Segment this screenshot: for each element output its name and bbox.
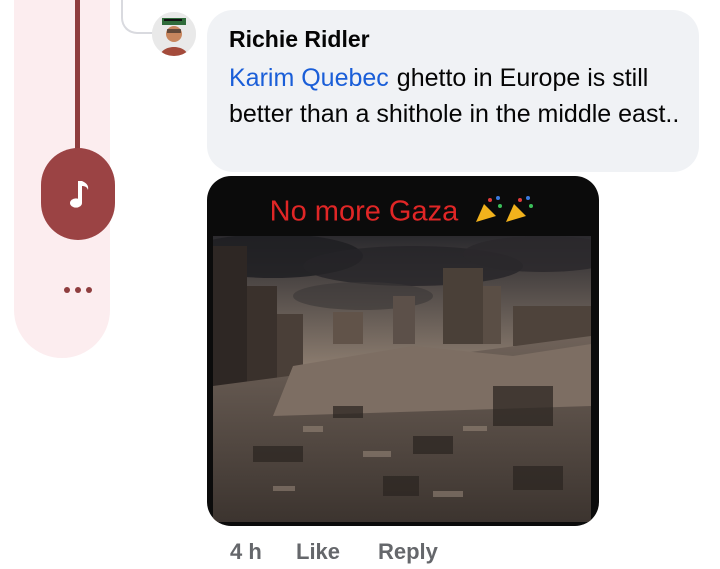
music-button[interactable] bbox=[41, 148, 115, 240]
comment-attachment[interactable]: No more Gaza bbox=[207, 176, 599, 526]
comment-timestamp[interactable]: 4 h bbox=[230, 539, 296, 565]
more-dots-icon bbox=[64, 287, 70, 293]
reply-button[interactable]: Reply bbox=[378, 539, 438, 565]
more-options-button[interactable] bbox=[58, 278, 98, 302]
comment-text: Karim Quebec ghetto in Europe is still be… bbox=[229, 60, 689, 132]
music-note-icon bbox=[70, 181, 89, 208]
attachment-caption: No more Gaza bbox=[207, 194, 599, 234]
sidebar-rail bbox=[14, 0, 115, 358]
mention-link[interactable]: Karim Quebec bbox=[229, 64, 389, 92]
like-button[interactable]: Like bbox=[296, 539, 378, 565]
avatar[interactable] bbox=[152, 12, 196, 56]
comment-bubble: Richie Ridler Karim Quebec ghetto in Euro… bbox=[207, 10, 699, 172]
comment-actions: 4 h Like Reply bbox=[230, 537, 438, 567]
party-popper-icon bbox=[474, 194, 536, 232]
rail-line bbox=[75, 0, 80, 155]
attachment-caption-text: No more Gaza bbox=[269, 195, 459, 228]
rubble-photo bbox=[213, 236, 591, 522]
thread-connector bbox=[121, 0, 153, 34]
comment-author[interactable]: Richie Ridler bbox=[229, 26, 370, 53]
